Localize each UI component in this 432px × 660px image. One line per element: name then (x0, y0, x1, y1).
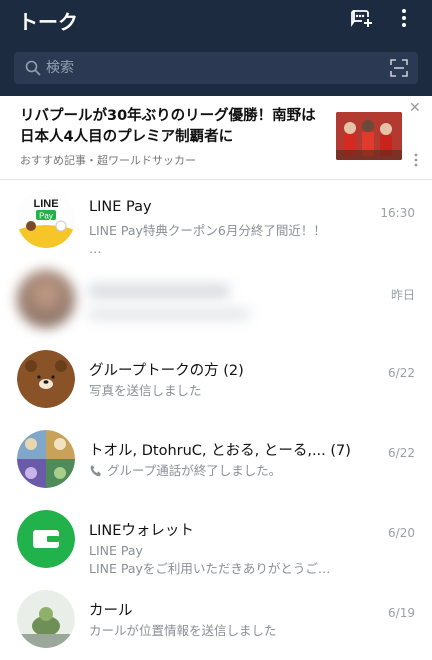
chat-preview: LINE Pay特典クーポン6月分終了間近！！ … (89, 223, 326, 256)
search-input[interactable] (46, 56, 366, 80)
chat-name (89, 284, 229, 298)
avatar: LINE Pay (17, 190, 75, 248)
chat-name: カール (89, 603, 133, 619)
chat-row-multi-group[interactable]: トオル, DtohruC, とおる, とーる,... (7) 6/22 グループ… (0, 420, 432, 500)
chat-row-group[interactable]: グループトークの方 (2) 6/22 写真を送信しました (0, 340, 432, 420)
avatar (17, 590, 75, 648)
chat-time: 6/19 (388, 606, 415, 620)
chat-time: 16:30 (380, 206, 415, 220)
search-icon (25, 60, 41, 76)
top-bar: トーク (0, 0, 432, 96)
chat-row-line-wallet[interactable]: LINEウォレット 6/20 LINE Pay LINE Payをご利用いただき… (0, 500, 432, 580)
search-bar[interactable] (14, 52, 418, 84)
avatar (17, 350, 75, 408)
chat-preview: LINE Pay LINE Payをご利用いただきありがとうご… (89, 543, 331, 576)
page-title: トーク (18, 10, 78, 34)
ad-more-vert-icon[interactable] (412, 152, 420, 168)
scan-icon[interactable] (389, 58, 409, 78)
chat-row-karl[interactable]: カール 6/19 カールが位置情報を送信しました (0, 580, 432, 660)
chat-name: LINE Pay (89, 199, 152, 215)
phone-icon (90, 465, 101, 477)
chat-time: 昨日 (390, 288, 415, 302)
ad-source: おすすめ記事・超ワールドサッカー (20, 154, 196, 167)
chat-time: 6/22 (388, 366, 415, 380)
chat-name: トオル, DtohruC, とおる, とーる,... (7) (89, 443, 351, 459)
avatar (17, 430, 75, 488)
add-chat-icon[interactable] (349, 6, 373, 30)
ad-headline[interactable]: リバプールが30年ぶりのリーグ優勝！南野は日本人4人目のプレミア制覇者に (20, 106, 320, 148)
chat-preview: カールが位置情報を送信しました (89, 623, 277, 638)
more-vert-icon[interactable] (396, 6, 412, 30)
chat-name: グループトークの方 (2) (89, 363, 244, 379)
chat-preview (89, 308, 249, 320)
chat-time: 6/22 (388, 446, 415, 460)
close-icon[interactable]: ✕ (409, 100, 421, 116)
news-ad-banner[interactable]: リバプールが30年ぶりのリーグ優勝！南野は日本人4人目のプレミア制覇者に おすす… (0, 96, 432, 180)
avatar (17, 270, 75, 328)
ad-thumbnail[interactable] (336, 112, 402, 160)
svg-text:Pay: Pay (39, 212, 53, 221)
chat-row-line-pay[interactable]: LINE Pay LINE Pay 16:30 LINE Pay特典クーポン6月… (0, 180, 432, 260)
chat-row-blurred[interactable]: 昨日 (0, 260, 432, 340)
chat-time: 6/20 (388, 526, 415, 540)
chat-preview: グループ通話が終了しました。 (89, 462, 379, 480)
avatar (17, 510, 75, 568)
chat-name: LINEウォレット (89, 523, 194, 539)
svg-text:LINE: LINE (33, 198, 58, 210)
chat-preview: 写真を送信しました (89, 383, 202, 398)
